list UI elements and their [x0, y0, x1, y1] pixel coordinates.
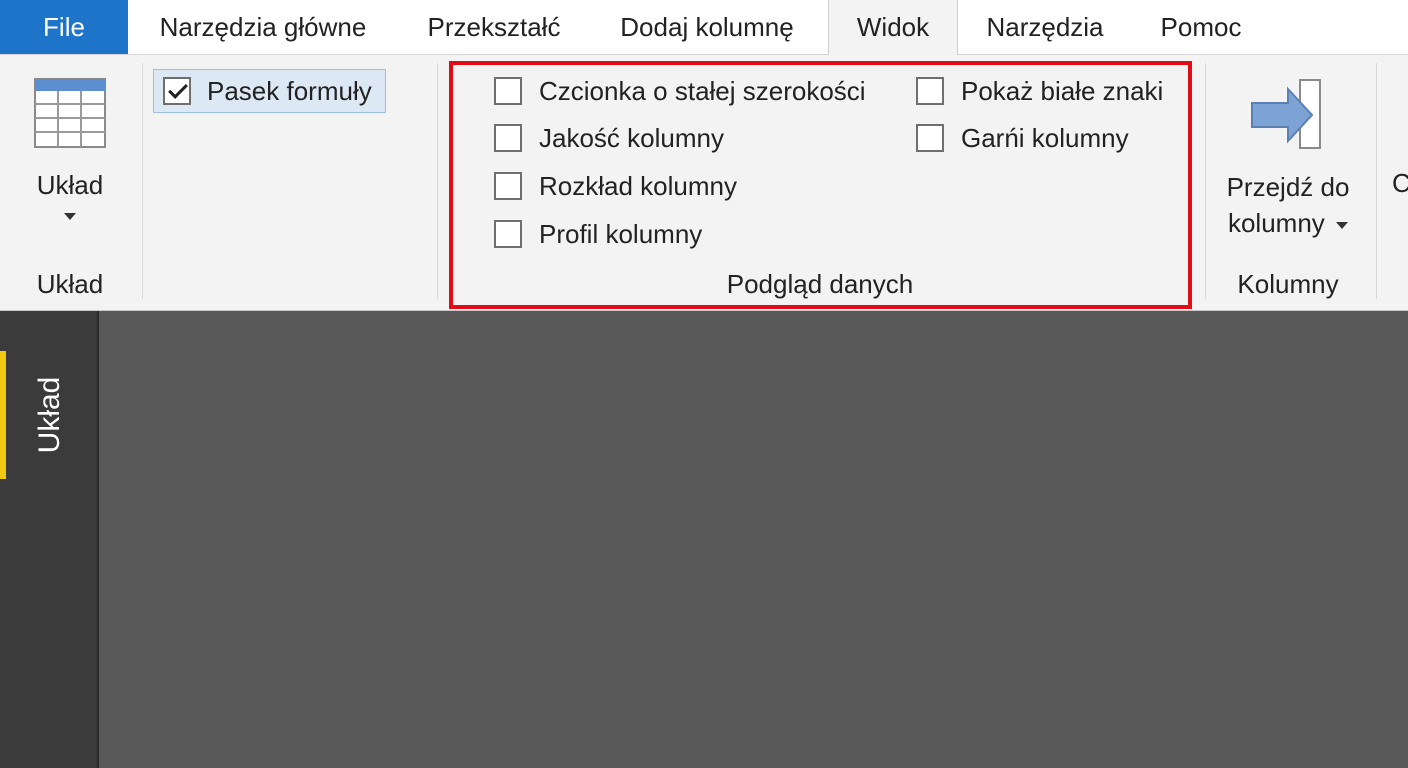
tab-tools[interactable]: Narzędzia: [972, 0, 1118, 54]
workspace-area: [99, 311, 1408, 768]
chevron-down-icon: [1336, 221, 1349, 229]
tab-transform[interactable]: Przekształć: [414, 0, 574, 54]
group-separator: [1205, 63, 1206, 299]
left-sidebar: Układ: [0, 311, 99, 768]
sidebar-active-indicator: [0, 351, 6, 479]
tab-home[interactable]: Narzędzia główne: [140, 0, 386, 54]
group-separator: [437, 63, 438, 299]
table-layout-icon: [34, 78, 106, 148]
go-to-column-icon: [1251, 79, 1321, 149]
formula-bar-label: Pasek formuły: [207, 75, 372, 106]
group-separator: [142, 63, 143, 299]
layout-button-label: Układ: [36, 170, 104, 200]
ribbon-panel: Układ Układ Pasek formuły Czcionka o sta…: [0, 55, 1408, 311]
checkbox-checked-icon: [163, 77, 191, 105]
next-group-partial-button[interactable]: C: [1392, 165, 1408, 201]
layout-button[interactable]: Układ: [14, 75, 126, 235]
go-to-column-button[interactable]: Przejdź do kolumny: [1212, 75, 1364, 245]
tab-help[interactable]: Pomoc: [1144, 0, 1258, 54]
go-to-column-label-line1: Przejdź do: [1226, 172, 1350, 202]
ribbon-tab-bar: File Narzędzia główne Przekształć Dodaj …: [0, 0, 1408, 55]
tab-file[interactable]: File: [0, 0, 128, 54]
tab-view[interactable]: Widok: [828, 0, 958, 55]
go-to-column-label-line2: kolumny: [1227, 208, 1325, 238]
group-label-columns: Kolumny: [1237, 269, 1339, 299]
tab-add-column[interactable]: Dodaj kolumnę: [600, 0, 814, 54]
group-label-layout: Układ: [36, 269, 104, 299]
group-separator: [1376, 63, 1377, 299]
sidebar-item-layout[interactable]: Układ: [33, 377, 67, 454]
chevron-down-icon: [64, 212, 76, 220]
formula-bar-checkbox[interactable]: Pasek formuły: [163, 71, 372, 111]
data-preview-highlight-frame: [449, 61, 1192, 309]
